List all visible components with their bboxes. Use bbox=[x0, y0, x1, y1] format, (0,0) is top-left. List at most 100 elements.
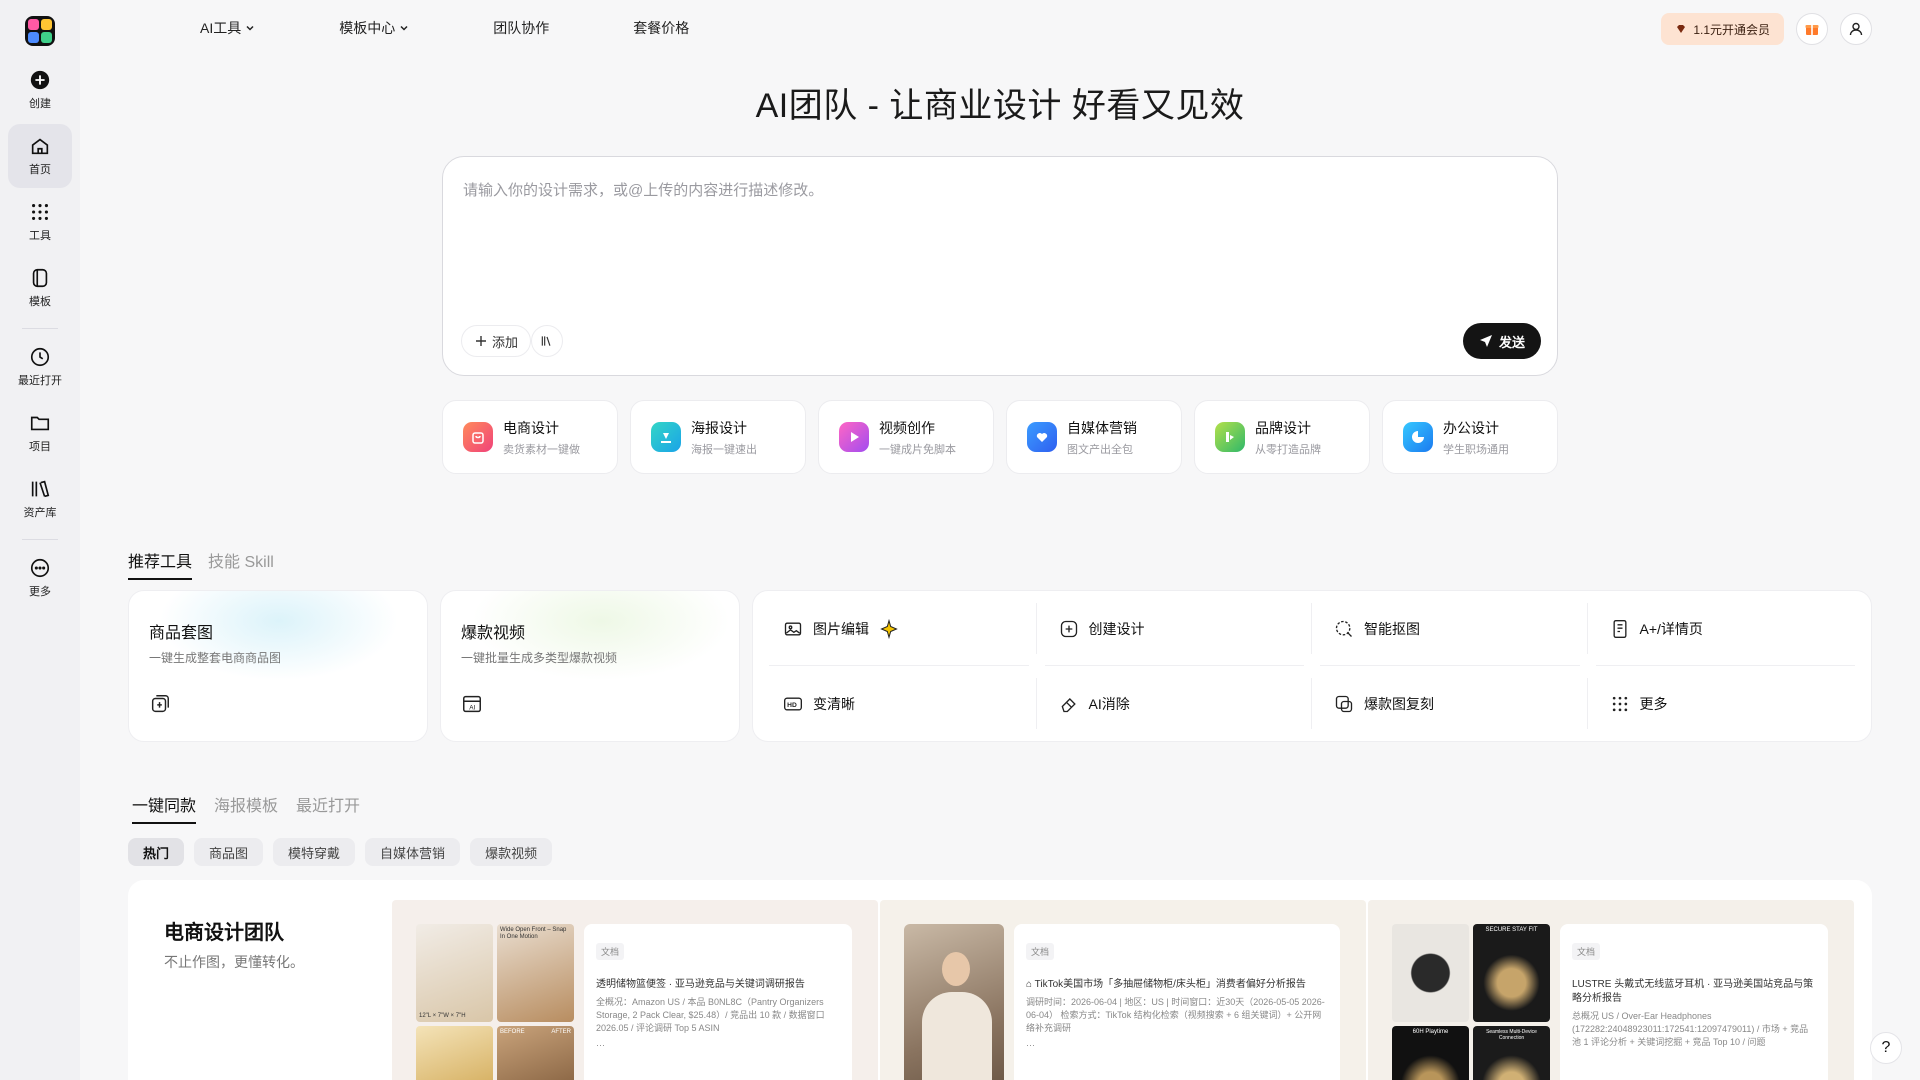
tool-smart-cutout[interactable]: 智能抠图 bbox=[1312, 591, 1588, 666]
chevron-down-icon bbox=[400, 25, 408, 31]
sidebar-item-assets[interactable]: 资产库 bbox=[8, 467, 72, 531]
gift-button[interactable] bbox=[1796, 13, 1828, 45]
tool-sub: 一键批量生成多类型爆款视频 bbox=[461, 651, 618, 665]
help-button[interactable]: ? bbox=[1870, 1032, 1902, 1064]
play-icon bbox=[839, 422, 869, 452]
bag-icon bbox=[463, 422, 493, 452]
tool-more[interactable]: 更多 bbox=[1588, 666, 1864, 741]
doc-body: 全概况：Amazon US / 本品 B0NL8C（Pantry Organiz… bbox=[596, 997, 825, 1033]
detail-page-icon bbox=[1613, 619, 1626, 638]
doc-tag: 文档 bbox=[1572, 943, 1601, 960]
sidebar-item-more[interactable]: 更多 bbox=[8, 546, 72, 610]
user-avatar-button[interactable] bbox=[1840, 13, 1872, 45]
sidebar-item-recent[interactable]: 最近打开 bbox=[8, 335, 72, 399]
chip-product[interactable]: 商品图 bbox=[194, 838, 264, 866]
chevron-down-icon bbox=[246, 25, 254, 31]
product-thumb bbox=[1392, 924, 1469, 1022]
add-attachment-button[interactable]: 添加 bbox=[461, 325, 532, 357]
chip-social[interactable]: 自媒体营销 bbox=[365, 838, 461, 866]
replicate-icon bbox=[1335, 695, 1353, 712]
tool-viral-video[interactable]: 爆款视频 一键批量生成多类型爆款视频 AI bbox=[440, 590, 740, 742]
diamond-icon bbox=[1677, 25, 1686, 33]
doc-body: 总概况 US / Over-Ear Headphones (172282:240… bbox=[1572, 1011, 1809, 1047]
more-circle-icon bbox=[30, 558, 50, 578]
tool-title: 爆款视频 bbox=[461, 625, 526, 642]
category-title: 视频创作 bbox=[879, 419, 935, 436]
sparkle-icon bbox=[880, 618, 898, 639]
tool-product-set[interactable]: 商品套图 一键生成整套电商商品图 bbox=[128, 590, 428, 742]
category-poster[interactable]: 海报设计海报一键速出 bbox=[630, 400, 806, 474]
showcase-card-headphones[interactable]: SECURE STAY FIT 60H Playtime Seamless Mu… bbox=[1368, 900, 1854, 1080]
showcase-card-storage[interactable]: 12"L × 7"W × 7"H Wide Open Front – Snap … bbox=[392, 900, 878, 1080]
tool-image-edit[interactable]: 图片编辑 bbox=[761, 591, 1037, 666]
top-nav: AI工具 模板中心 团队协作 套餐价格 bbox=[200, 18, 773, 38]
category-brand[interactable]: 品牌设计 从零打造品牌 bbox=[1194, 400, 1370, 474]
thumb-caption: SECURE STAY FIT bbox=[1485, 927, 1538, 933]
sidebar-item-label: 最近打开 bbox=[18, 375, 62, 387]
category-office[interactable]: 办公设计 学生职场通用 bbox=[1382, 400, 1558, 474]
thumb-caption: AFTER bbox=[551, 1029, 571, 1035]
nav-label: 套餐价格 bbox=[633, 20, 690, 36]
nav-label: 团队协作 bbox=[493, 20, 550, 36]
template-tabs: 一键同款 海报模板 最近打开 bbox=[132, 792, 360, 824]
svg-text:AI: AI bbox=[469, 705, 475, 712]
tool-sub: 一键生成整套电商商品图 bbox=[149, 651, 282, 665]
plus-icon bbox=[476, 336, 486, 346]
product-thumb: Wide Open Front – Snap In One Motion bbox=[497, 924, 574, 1022]
category-title: 办公设计 bbox=[1443, 419, 1499, 436]
sidebar-item-projects[interactable]: 项目 bbox=[8, 401, 72, 465]
showcase-card-drawer[interactable]: 文档 ⌂ TikTok美国市场「多抽屉储物柜/床头柜」消费者偏好分析报告 调研时… bbox=[880, 900, 1366, 1080]
product-thumb: SECURE STAY FIT bbox=[1473, 924, 1550, 1022]
sidebar-item-templates[interactable]: 模板 bbox=[8, 256, 72, 320]
prompt-input[interactable] bbox=[463, 179, 1533, 299]
sidebar-item-label: 工具 bbox=[29, 230, 51, 242]
product-thumbnails: 12"L × 7"W × 7"H Wide Open Front – Snap … bbox=[416, 924, 574, 1080]
tool-label: A+/详情页 bbox=[1639, 620, 1703, 637]
tab-recent[interactable]: 最近打开 bbox=[296, 792, 360, 824]
nav-templates[interactable]: 模板中心 bbox=[339, 18, 409, 38]
tool-create-design[interactable]: 创建设计 bbox=[1037, 591, 1313, 666]
send-button[interactable]: 发送 bbox=[1462, 323, 1541, 359]
category-sub: 海报一键速出 bbox=[691, 443, 757, 456]
eraser-icon bbox=[1061, 697, 1076, 712]
category-ecommerce[interactable]: 电商设计 卖货素材一键做 bbox=[442, 400, 618, 474]
tab-one-click-same[interactable]: 一键同款 bbox=[132, 792, 197, 824]
chip-model-wear[interactable]: 模特穿戴 bbox=[273, 838, 356, 866]
sidebar-item-label: 更多 bbox=[29, 586, 51, 598]
nav-label: AI工具 bbox=[200, 20, 242, 36]
library-icon bbox=[541, 336, 551, 346]
sidebar-item-home[interactable]: 首页 bbox=[8, 124, 72, 188]
tool-title: 商品套图 bbox=[149, 625, 214, 642]
cutout-icon bbox=[1335, 620, 1352, 637]
nav-team[interactable]: 团队协作 bbox=[493, 18, 549, 38]
add-label: 添加 bbox=[492, 334, 519, 350]
chip-viral-video[interactable]: 爆款视频 bbox=[470, 838, 553, 866]
tab-recommended-tools[interactable]: 推荐工具 bbox=[128, 548, 193, 580]
template-icon bbox=[32, 268, 48, 288]
category-title: 海报设计 bbox=[691, 419, 747, 436]
nav-pricing[interactable]: 套餐价格 bbox=[633, 18, 689, 38]
chip-hot[interactable]: 热门 bbox=[128, 838, 185, 866]
product-thumbnails: SECURE STAY FIT 60H Playtime Seamless Mu… bbox=[1392, 924, 1550, 1080]
tab-poster-templates[interactable]: 海报模板 bbox=[214, 792, 278, 824]
nav-label: 模板中心 bbox=[339, 20, 396, 36]
tool-viral-replicate[interactable]: 爆款图复刻 bbox=[1312, 666, 1588, 741]
tab-skills[interactable]: 技能 Skill bbox=[208, 548, 274, 580]
vip-button[interactable]: 1.1元开通会员 bbox=[1661, 13, 1784, 45]
category-video[interactable]: 视频创作一键成片免脚本 bbox=[818, 400, 994, 474]
product-thumb: 60H Playtime bbox=[1392, 1026, 1469, 1080]
asset-library-button[interactable] bbox=[531, 325, 563, 357]
tool-ai-eraser[interactable]: AI消除 bbox=[1037, 666, 1313, 741]
svg-text:HD: HD bbox=[787, 701, 797, 708]
brand-icon bbox=[1215, 422, 1245, 452]
tool-detail-page[interactable]: A+/详情页 bbox=[1588, 591, 1864, 666]
thumb-caption: Seamless Multi-Device Connection bbox=[1486, 1029, 1537, 1041]
tool-label: 创建设计 bbox=[1088, 620, 1145, 637]
nav-ai-tools[interactable]: AI工具 bbox=[200, 18, 255, 38]
tool-enhance-hd[interactable]: HD 变清晰 bbox=[761, 666, 1037, 741]
app-logo[interactable] bbox=[25, 16, 55, 46]
tool-tabs: 推荐工具 技能 Skill bbox=[128, 548, 274, 580]
category-sub: 一键成片免脚本 bbox=[879, 443, 956, 456]
category-social[interactable]: 自媒体营销 图文产出全包 bbox=[1006, 400, 1182, 474]
sidebar-item-tools[interactable]: 工具 bbox=[8, 190, 72, 254]
